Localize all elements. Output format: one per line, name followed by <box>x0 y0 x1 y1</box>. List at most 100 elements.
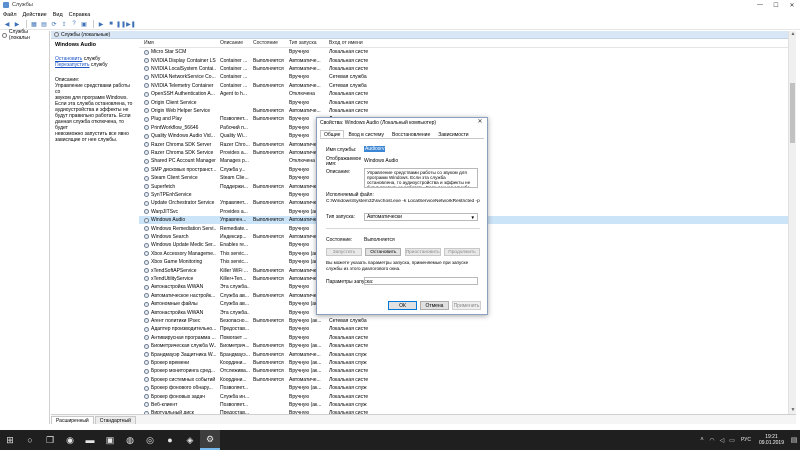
service-row[interactable]: Биометрическая служба W... Биометрич... Вы… <box>139 342 788 350</box>
column-header-startup[interactable]: Тип запуска <box>289 40 327 46</box>
menu-help[interactable]: Справка <box>69 12 91 18</box>
clock[interactable]: 19:21 09.01.2019 <box>759 434 784 446</box>
back-icon[interactable]: ◀ <box>3 20 11 28</box>
start-button[interactable]: Запустить <box>326 248 362 256</box>
service-row[interactable]: Origin Client Service Вручную Локальная си… <box>139 98 788 106</box>
tab-dependencies[interactable]: Зависимости <box>434 130 472 138</box>
service-logon-cell: Локальная систе <box>329 368 369 375</box>
chrome-icon[interactable]: ◍ <box>120 430 140 450</box>
stop-button[interactable]: Остановить <box>365 248 402 256</box>
dialog-close-button[interactable]: ✕ <box>475 118 485 127</box>
service-name-value[interactable]: Audiosrv <box>364 146 386 152</box>
service-row[interactable]: NVIDIA NetworkService Co... Container ...… <box>139 73 788 81</box>
start-parameters-input[interactable] <box>364 277 478 285</box>
pause-button[interactable]: Приостановить <box>404 248 441 256</box>
restart-service-link[interactable]: Перезапустить <box>55 62 90 68</box>
file-explorer-icon[interactable]: ▬ <box>80 430 100 450</box>
media-icon[interactable]: ● <box>160 430 180 450</box>
service-state-label: Состояние: <box>326 237 353 243</box>
windows-start-icon[interactable]: ⊞ <box>0 430 20 450</box>
tab-logon[interactable]: Вход в систему <box>344 130 388 138</box>
startup-type-select[interactable]: Автоматически ▼ <box>364 213 478 221</box>
tree-item-services-local[interactable]: Службы (локальн <box>0 29 49 41</box>
scroll-up-icon[interactable]: ▲ <box>789 31 797 38</box>
service-row[interactable]: Брокер фонового обнару... Позволяет... Вру… <box>139 384 788 392</box>
apply-button[interactable]: Применить <box>452 300 481 310</box>
tab-extended[interactable]: Расширенный <box>51 416 94 424</box>
service-row[interactable]: Брокер времени Координи... Выполняется Вруч… <box>139 359 788 367</box>
description-field[interactable]: Управление средствами работы со звуком д… <box>364 168 478 188</box>
services-taskbar-icon[interactable]: ⚙ <box>200 430 220 450</box>
notifications-icon[interactable]: ▤ <box>788 430 800 450</box>
service-row[interactable]: Origin Web Helper Service Выполняется Авто… <box>139 107 788 115</box>
tab-standard[interactable]: Стандартный <box>94 416 136 424</box>
service-row[interactable]: OpenSSH Authentication A... Agent to h...… <box>139 90 788 98</box>
service-row[interactable]: Веб-клиент Позволяет... Вручную (ак... Лока… <box>139 401 788 409</box>
restart-service-icon[interactable]: ▶❚ <box>126 20 136 28</box>
service-state-cell: Выполняется <box>253 368 284 375</box>
service-row[interactable]: Брокер фоновых задач Служба ин... Вручную Л… <box>139 392 788 400</box>
service-row[interactable]: Micro Star SCM Вручную Локальная систе <box>139 48 788 56</box>
menu-action[interactable]: Действие <box>23 12 47 18</box>
column-header-name[interactable]: Имя <box>144 40 216 46</box>
chevron-up-icon[interactable]: ˄ <box>697 430 707 450</box>
volume-icon[interactable]: ◁ <box>717 430 727 450</box>
battery-icon[interactable]: ▭ <box>727 430 737 450</box>
vertical-scrollbar[interactable]: ▲ ▼ <box>788 31 796 414</box>
steam-icon[interactable]: ◉ <box>60 430 80 450</box>
search-icon[interactable]: ○ <box>20 430 40 450</box>
pause-service-icon[interactable]: ❚❚ <box>116 20 126 28</box>
properties-list-icon[interactable]: ▤ <box>40 20 48 28</box>
column-header-state[interactable]: Состояние <box>253 40 287 46</box>
ok-button[interactable]: ОК <box>388 300 417 310</box>
display-name-value[interactable]: Windows Audio <box>364 158 398 164</box>
cancel-button[interactable]: Отмена <box>420 300 449 310</box>
console-tree-icon[interactable]: ▦ <box>30 20 38 28</box>
maximize-button[interactable]: ☐ <box>768 0 784 10</box>
tab-general[interactable]: Общие <box>320 130 345 138</box>
close-button[interactable]: ✕ <box>784 0 800 10</box>
service-row[interactable]: Брокер системных событий Координи... Выпол… <box>139 376 788 384</box>
service-name-text: Биометрическая служба W... <box>151 343 216 350</box>
wifi-icon[interactable]: ◠ <box>707 430 717 450</box>
service-row[interactable]: NVIDIA LocalSystem Contai... Container ..… <box>139 65 788 73</box>
game-icon[interactable]: ◎ <box>140 430 160 450</box>
task-view-icon[interactable]: ❐ <box>40 430 60 450</box>
properties-icon[interactable]: ▣ <box>80 20 88 28</box>
stop-service-icon[interactable]: ■ <box>107 20 115 28</box>
forward-icon[interactable]: ▶ <box>13 20 21 28</box>
service-row[interactable]: Агент политики IPsec Безопасно... Выполняе… <box>139 317 788 325</box>
minimize-button[interactable]: — <box>752 0 768 10</box>
service-row[interactable]: Адаптер производительно... Предостав... Вр… <box>139 325 788 333</box>
store-icon[interactable]: ▣ <box>100 430 120 450</box>
scroll-thumb[interactable] <box>790 83 795 143</box>
tab-recovery[interactable]: Восстановление <box>388 130 434 138</box>
service-row[interactable]: NVIDIA Display Container LS Container ...… <box>139 56 788 64</box>
refresh-icon[interactable]: ⟳ <box>50 20 58 28</box>
service-gear-icon <box>144 116 149 122</box>
export-list-icon[interactable]: ⇪ <box>60 20 68 28</box>
column-header-logon[interactable]: Вход от имени <box>329 40 389 46</box>
app-icon[interactable]: ◈ <box>180 430 200 450</box>
executable-path[interactable]: C:\Windows\System32\svchost.exe -k Local… <box>326 199 480 204</box>
service-gear-icon <box>144 352 149 358</box>
service-gear-icon <box>144 368 149 374</box>
service-state-value: Выполняется <box>364 237 395 243</box>
scroll-down-icon[interactable]: ▼ <box>789 407 797 414</box>
start-service-icon[interactable]: ▶ <box>97 20 105 28</box>
language-indicator[interactable]: РУС <box>741 437 751 443</box>
menu-view[interactable]: Вид <box>53 12 63 18</box>
column-header-description[interactable]: Описание <box>220 40 250 46</box>
service-row[interactable]: Брандмауэр Защитника W... Брандмауэ... Вып… <box>139 350 788 358</box>
service-name-text: Агент политики IPsec <box>151 317 201 324</box>
clock-date: 09.01.2019 <box>758 440 784 446</box>
menu-file[interactable]: Файл <box>3 12 17 18</box>
help-icon[interactable]: ? <box>70 20 78 28</box>
service-state-cell: Выполняется <box>253 351 284 358</box>
service-name-cell: Адаптер производительно... <box>144 326 216 332</box>
service-row[interactable]: Брокер мониторинга сред... Отслежива... Вы… <box>139 367 788 375</box>
continue-button[interactable]: Продолжить <box>443 248 480 256</box>
service-row[interactable]: Антивирусная программа ... Помогает ... Вр… <box>139 334 788 342</box>
service-name-cell: Брокер фоновых задач <box>144 394 216 400</box>
service-row[interactable]: NVIDIA Telemetry Container Container ... В… <box>139 82 788 90</box>
